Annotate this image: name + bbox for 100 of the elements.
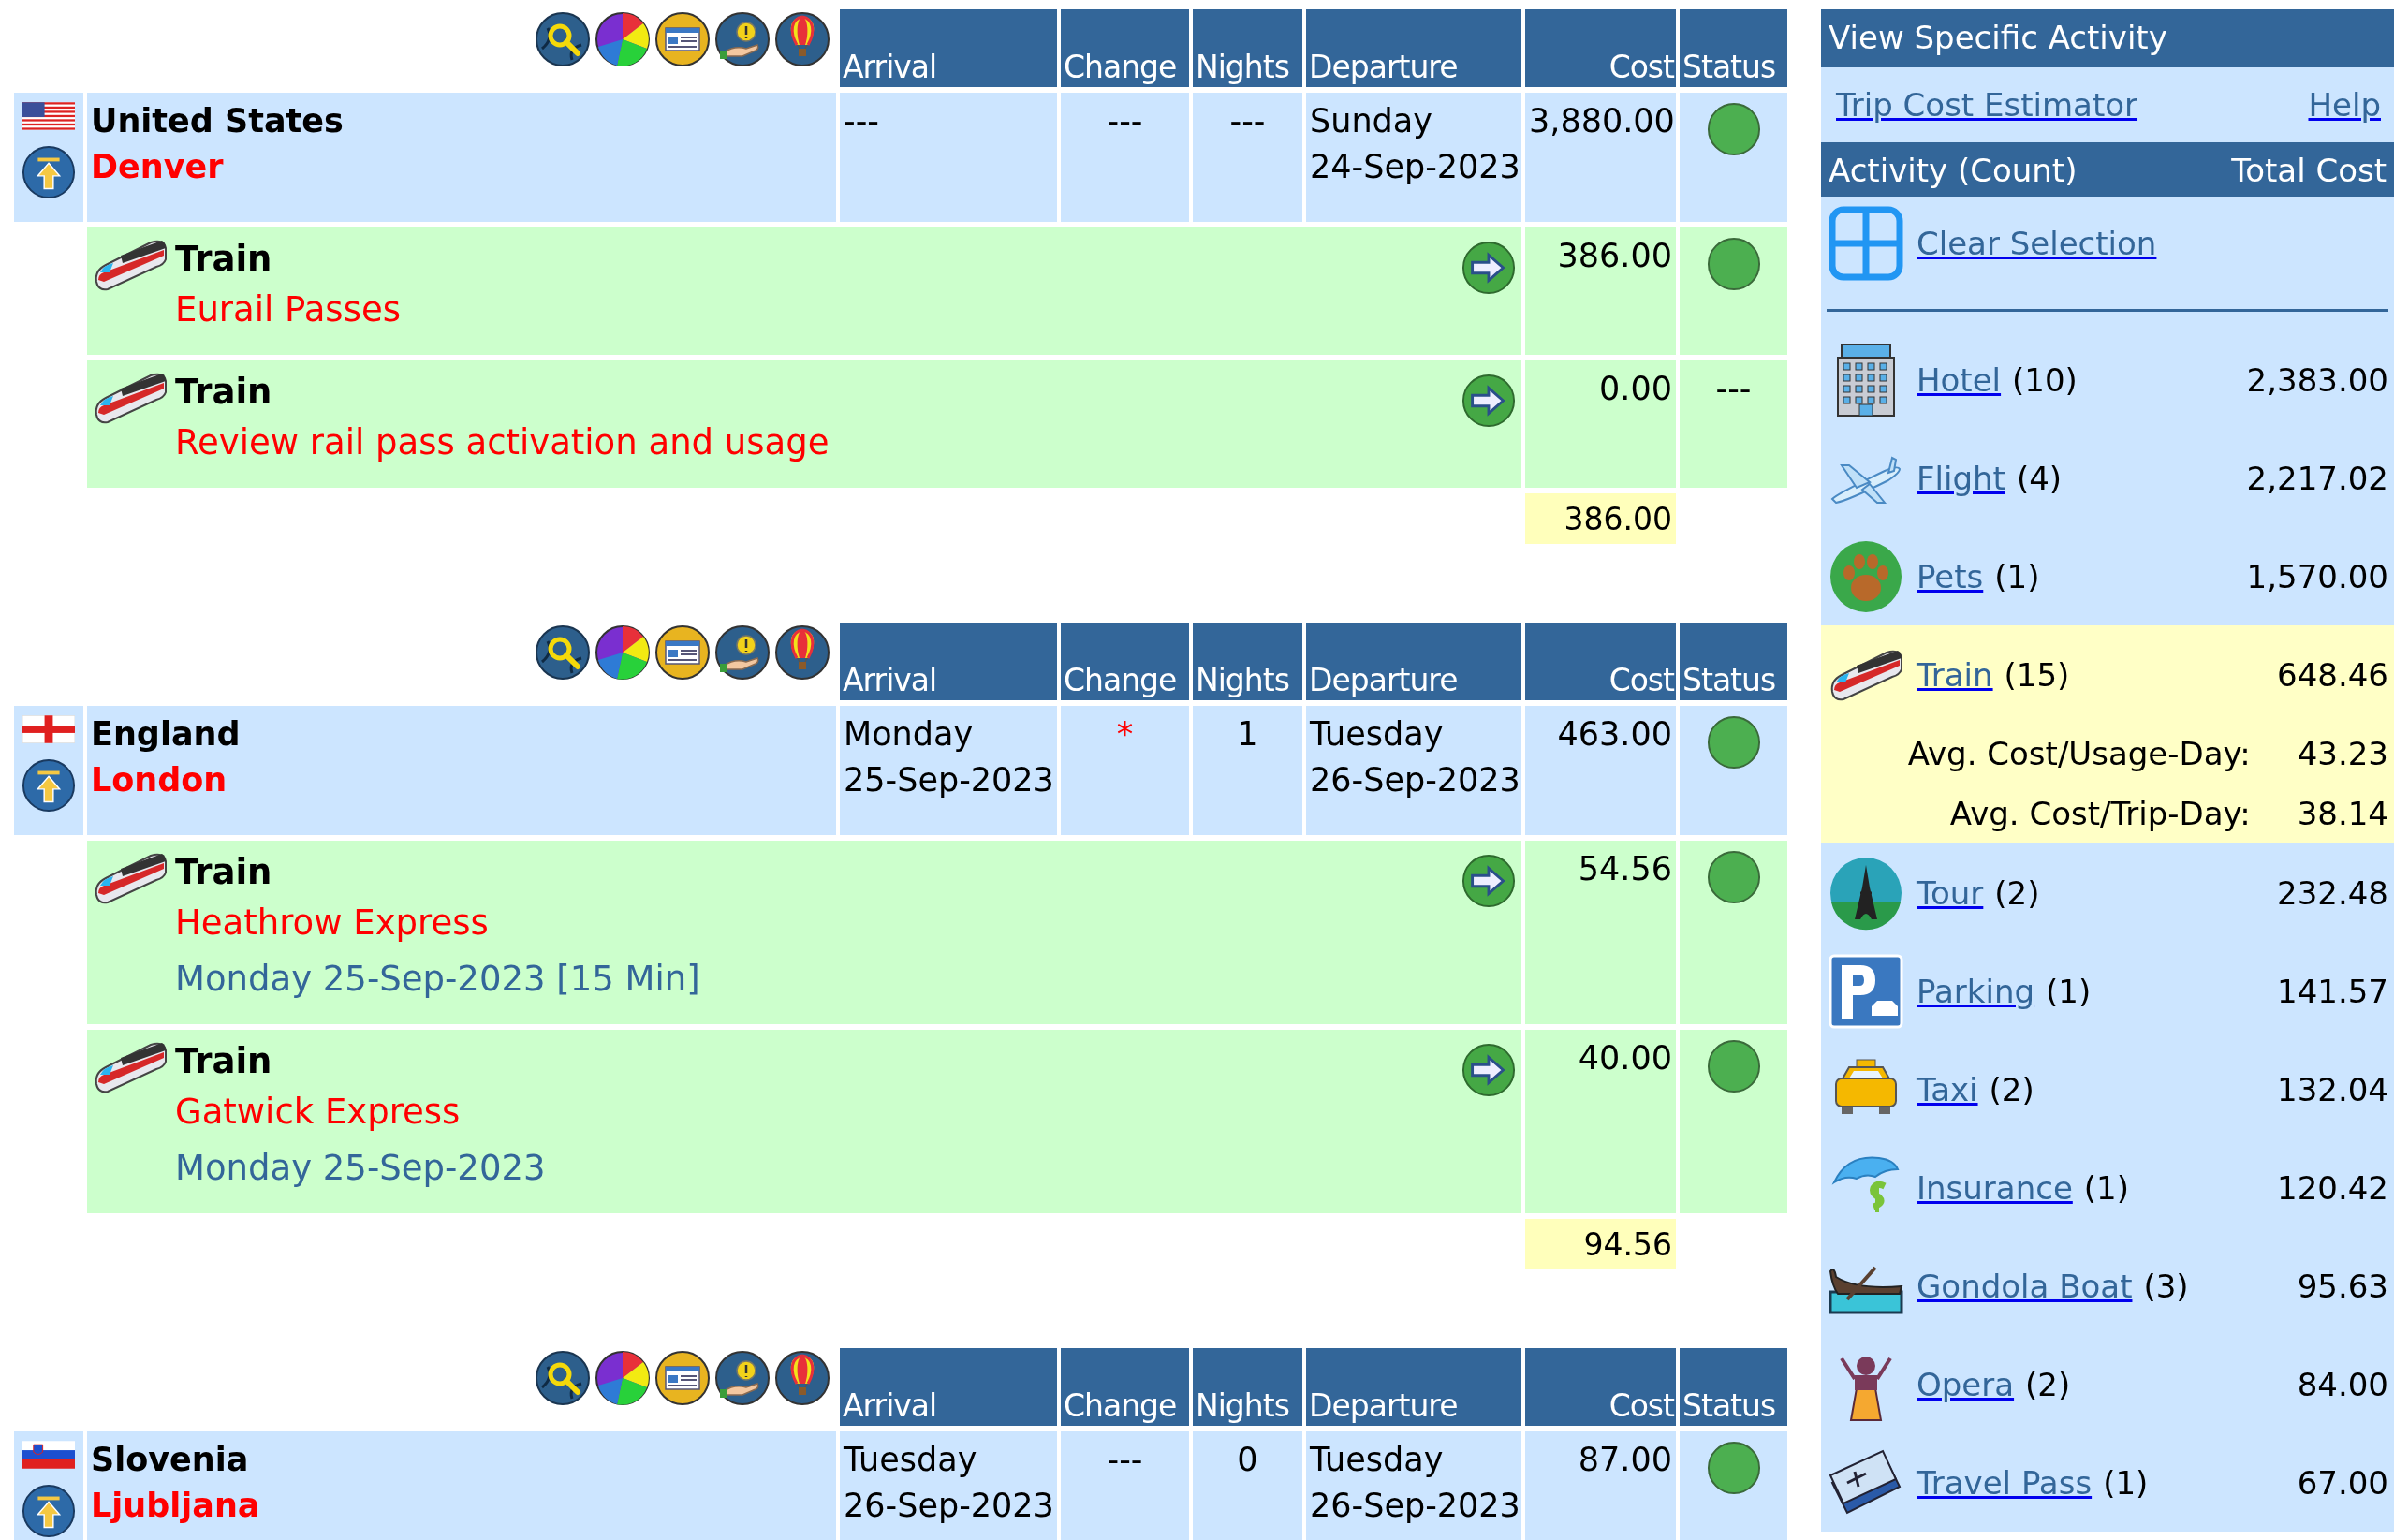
pie-chart-icon[interactable] [595, 11, 651, 67]
column-header: Arrival [840, 1348, 1057, 1426]
activity-type: Train [175, 1040, 272, 1083]
column-header: Nights [1193, 9, 1302, 87]
activity-link[interactable]: Flight [1917, 459, 2005, 497]
activity-row[interactable]: Opera (2) 84.00 [1821, 1335, 2394, 1433]
activity-row[interactable]: Flight (4) 2,217.02 [1821, 429, 2394, 527]
activity-total: 95.63 [2297, 1267, 2388, 1305]
activity-count: (1) [2103, 1463, 2149, 1502]
card-icon[interactable] [654, 11, 711, 67]
arrow-right-icon[interactable] [1461, 241, 1516, 295]
flag-icon [22, 102, 75, 130]
status-dot [1706, 102, 1761, 156]
activity-link[interactable]: Tour [1917, 873, 1984, 912]
table-cell: 0 [1193, 1431, 1302, 1540]
activity-row[interactable]: Travel Pass (1) 67.00 [1821, 1433, 2394, 1532]
column-header: Nights [1193, 1348, 1302, 1426]
flag-icon [22, 715, 75, 743]
hand-coin-icon[interactable] [714, 11, 771, 67]
activity-row[interactable]: Insurance (1) 120.42 [1821, 1138, 2394, 1237]
search-icon[interactable] [535, 624, 591, 681]
search-icon[interactable] [535, 11, 591, 67]
activity-link[interactable]: Pets [1917, 557, 1984, 595]
table-cell: --- [1193, 93, 1302, 222]
status-dot [1706, 1039, 1761, 1093]
activity-link[interactable]: Train [1917, 655, 1993, 694]
pie-chart-icon[interactable] [595, 1350, 651, 1406]
activity-description: Gatwick Express [175, 1091, 461, 1134]
link[interactable]: Trip Cost Estimator [1836, 86, 2138, 124]
activity-total: 67.00 [2297, 1463, 2388, 1502]
pie-chart-icon[interactable] [595, 624, 651, 681]
activity-row[interactable]: Taxi (2) 132.04 [1821, 1040, 2394, 1138]
column-header: Cost [1525, 1348, 1676, 1426]
stat-value: 43.23 [2297, 735, 2388, 772]
activity-link[interactable]: Hotel [1917, 360, 2002, 399]
status-text: --- [1715, 370, 1752, 407]
activity-row[interactable]: Tour (2) 232.48 [1821, 843, 2394, 942]
arrow-right-icon[interactable] [1461, 374, 1516, 428]
activity-count: (1) [2083, 1168, 2129, 1207]
subtotal-cell: 94.56 [1525, 1219, 1676, 1269]
activity-count: (3) [2143, 1267, 2189, 1305]
activity-row[interactable]: Gondola Boat (3) 95.63 [1821, 1237, 2394, 1335]
status-dot [1706, 715, 1761, 770]
activity-total: 1,570.00 [2246, 557, 2388, 595]
hot-air-balloon-icon[interactable] [774, 1350, 830, 1406]
activity-link[interactable]: Insurance [1917, 1168, 2073, 1207]
column-header: Status [1680, 1348, 1787, 1426]
column-header: Status [1680, 9, 1787, 87]
hot-air-balloon-icon[interactable] [774, 624, 830, 681]
activity-type: Train [175, 238, 272, 281]
clear-selection-link[interactable]: Clear Selection [1917, 225, 2157, 262]
activity-total: 2,383.00 [2246, 360, 2388, 399]
paw-icon [1829, 538, 1903, 614]
arrow-right-icon[interactable] [1461, 854, 1516, 908]
parking-icon [1829, 953, 1903, 1029]
activity-count: (2) [1989, 1070, 2034, 1108]
column-header: Cost [1525, 623, 1676, 700]
search-icon[interactable] [535, 1350, 591, 1406]
activity-row[interactable]: Pets (1) 1,570.00 [1821, 527, 2394, 625]
activity-link[interactable]: Opera [1917, 1365, 2015, 1403]
column-header: Arrival [840, 623, 1057, 700]
hot-air-balloon-icon[interactable] [774, 11, 830, 67]
stat-value: 38.14 [2297, 795, 2388, 832]
column-header: Change [1061, 1348, 1189, 1426]
column-header: Status [1680, 623, 1787, 700]
card-icon[interactable] [654, 624, 711, 681]
status-dot [1706, 850, 1761, 904]
table-cell: 0.00 [1525, 360, 1676, 488]
country-name: Slovenia [91, 1440, 249, 1480]
hand-coin-icon[interactable] [714, 624, 771, 681]
activity-total: 648.46 [2277, 655, 2388, 694]
country-name: United States [91, 101, 344, 141]
link[interactable]: Help [2308, 86, 2381, 124]
column-header: Departure [1306, 1348, 1521, 1426]
activity-type: Train [175, 851, 272, 894]
column-header: Departure [1306, 623, 1521, 700]
activity-row[interactable]: Hotel (10) 2,383.00 [1821, 330, 2394, 429]
change-value: * [1116, 715, 1134, 753]
country-name: England [91, 714, 241, 755]
activity-count: (1) [1994, 557, 2040, 595]
activity-description: Review rail pass activation and usage [175, 421, 830, 464]
table-cell: --- [840, 93, 1057, 222]
status-dot [1706, 1441, 1761, 1495]
activity-link[interactable]: Travel Pass [1917, 1463, 2093, 1502]
activity-link[interactable]: Gondola Boat [1917, 1267, 2133, 1305]
table-cell: Tuesday 26-Sep-2023 [840, 1431, 1057, 1540]
activity-detail: Monday 25-Sep-2023 [15 Min] [175, 958, 700, 1001]
card-icon[interactable] [654, 1350, 711, 1406]
activity-row[interactable]: Train (15) 648.46 Avg. Cost/Usage-Day: 43.23 Avg. Cost/Trip-Day: 38.14 [1821, 625, 2394, 843]
activity-total: 120.42 [2277, 1168, 2388, 1207]
arrow-right-icon[interactable] [1461, 1043, 1516, 1097]
hand-coin-icon[interactable] [714, 1350, 771, 1406]
activity-count: (10) [2012, 360, 2078, 399]
activity-detail: Monday 25-Sep-2023 [175, 1147, 546, 1190]
activity-link[interactable]: Parking [1917, 972, 2035, 1010]
activity-link[interactable]: Taxi [1917, 1070, 1978, 1108]
panel-title: View Specific Activity [1821, 9, 2394, 67]
table-cell: Tuesday 26-Sep-2023 [1306, 706, 1521, 835]
activity-row[interactable]: Parking (1) 141.57 [1821, 942, 2394, 1040]
activity-count: (1) [2046, 972, 2092, 1010]
